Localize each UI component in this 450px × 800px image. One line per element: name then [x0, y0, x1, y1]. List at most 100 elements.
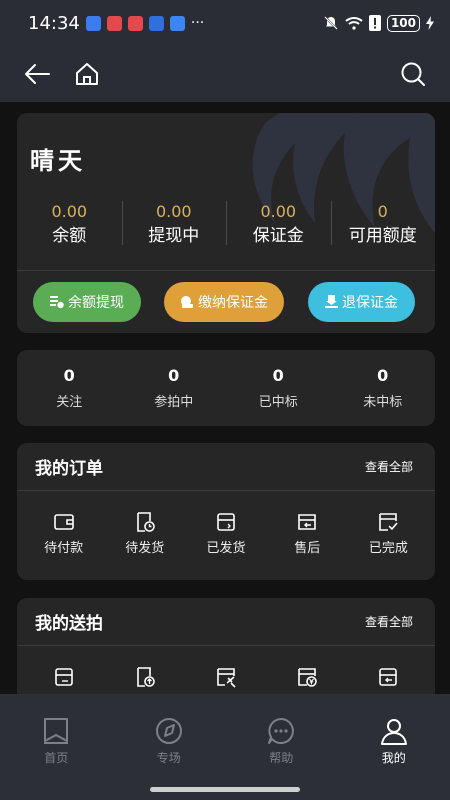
consign-item[interactable]: [104, 646, 185, 688]
tab-label: 帮助: [269, 751, 294, 765]
activity-value: 0: [168, 366, 180, 385]
order-after-sales[interactable]: 售后: [267, 491, 348, 556]
box-icon: [217, 513, 235, 531]
wallet-stats: 0.00 余额 0.00 提现中 0.00 保证金 0 可用额度: [17, 201, 435, 249]
deposit-icon: [181, 296, 193, 308]
stat-deposit[interactable]: 0.00 保证金: [226, 201, 331, 249]
search-button[interactable]: [398, 59, 428, 89]
order-status-label: 待付款: [44, 541, 84, 556]
refund-icon: [325, 295, 338, 308]
order-status-label: 售后: [294, 541, 321, 556]
withdraw-label: 余额提现: [68, 295, 124, 311]
refund-deposit-label: 退保证金: [342, 295, 398, 311]
section-title: 我的订单: [35, 459, 103, 479]
consign-item[interactable]: [267, 646, 348, 688]
tab-mine[interactable]: 我的: [338, 694, 450, 800]
top-nav-bar: [0, 46, 450, 102]
activity-label: 未中标: [363, 395, 403, 410]
consign-item[interactable]: [348, 646, 429, 688]
clock-document-icon: [136, 512, 155, 532]
status-time: 14:34: [28, 12, 80, 34]
section-title: 我的送拍: [35, 614, 103, 634]
notification-app-icon: [106, 15, 122, 31]
bell-off-icon: [324, 16, 338, 30]
stat-value: 0: [377, 202, 388, 221]
scroll-content[interactable]: 晴天 0.00 余额 0.00 提现中 0.00 保证金 0 可用额度 余额提现…: [0, 102, 450, 694]
order-pending-shipment[interactable]: 待发货: [104, 491, 185, 556]
notification-app-icon: [148, 15, 164, 31]
wallet-card: 晴天 0.00 余额 0.00 提现中 0.00 保证金 0 可用额度 余额提现…: [17, 113, 435, 333]
stat-available-credit[interactable]: 0 可用额度: [330, 201, 436, 249]
tab-specials[interactable]: 专场: [113, 694, 226, 800]
wallet-icon: [53, 514, 74, 530]
yuan-document-icon: [298, 668, 318, 687]
view-all-consignments-link[interactable]: 查看全部: [365, 613, 413, 630]
activity-label: 关注: [56, 395, 83, 410]
stat-label: 余额: [52, 226, 87, 246]
order-status-label: 已完成: [368, 541, 408, 556]
consign-item[interactable]: [185, 646, 266, 688]
my-consignments-card: 我的送拍 查看全部: [17, 598, 435, 694]
activity-lost[interactable]: 0 未中标: [331, 350, 436, 426]
order-shipped[interactable]: 已发货: [185, 491, 266, 556]
tab-help[interactable]: 帮助: [225, 694, 338, 800]
activity-won[interactable]: 0 已中标: [226, 350, 331, 426]
view-all-orders-link[interactable]: 查看全部: [365, 458, 413, 475]
compass-icon: [155, 718, 182, 744]
stat-value: 0.00: [155, 202, 192, 221]
consignment-status-row: [17, 646, 435, 688]
check-document-icon: [379, 513, 399, 531]
pay-deposit-label: 缴纳保证金: [198, 295, 268, 311]
activity-following[interactable]: 0 关注: [17, 350, 122, 426]
home-indicator[interactable]: [150, 787, 300, 792]
status-bar: 14:34 ··· 100: [0, 0, 450, 46]
back-button[interactable]: [22, 59, 52, 89]
bookmark-icon: [44, 718, 69, 744]
stat-label: 保证金: [252, 226, 304, 246]
home-button[interactable]: [72, 59, 102, 89]
stat-withdrawing[interactable]: 0.00 提现中: [121, 201, 227, 249]
wifi-icon: [345, 17, 363, 30]
tab-label: 专场: [156, 751, 181, 765]
stat-label: 提现中: [148, 226, 200, 246]
tab-home[interactable]: 首页: [0, 694, 113, 800]
notification-app-icon: [169, 15, 185, 31]
withdraw-button[interactable]: 余额提现: [33, 282, 141, 322]
pay-deposit-button[interactable]: 缴纳保证金: [164, 282, 284, 322]
consign-item[interactable]: [23, 646, 104, 688]
section-header: 我的送拍 查看全部: [17, 598, 435, 646]
order-status-row: 待付款 待发货 已发货 售后 已完成: [17, 491, 435, 556]
chat-icon: [268, 718, 295, 744]
order-completed[interactable]: 已完成: [348, 491, 429, 556]
upload-document-icon: [136, 667, 155, 687]
arrow-left-icon: [25, 64, 50, 84]
auction-activity-card: 0 关注 0 参拍中 0 已中标 0 未中标: [17, 350, 435, 426]
activity-label: 已中标: [258, 395, 298, 410]
order-pending-payment[interactable]: 待付款: [23, 491, 104, 556]
activity-bidding[interactable]: 0 参拍中: [122, 350, 227, 426]
home-icon: [76, 63, 98, 85]
activity-value: 0: [377, 366, 389, 385]
refund-icon: [298, 514, 317, 530]
tab-label: 我的: [381, 751, 406, 765]
notification-app-icon: [127, 15, 143, 31]
order-status-label: 已发货: [206, 541, 246, 556]
stat-label: 可用额度: [348, 226, 417, 246]
box-icon: [54, 668, 73, 686]
return-box-icon: [379, 668, 398, 686]
stat-value: 0.00: [51, 202, 88, 221]
gavel-document-icon: [217, 668, 236, 688]
refund-deposit-button[interactable]: 退保证金: [308, 282, 415, 322]
activity-value: 0: [272, 366, 284, 385]
person-icon: [380, 719, 407, 745]
battery-level: 100: [386, 14, 420, 32]
stat-balance[interactable]: 0.00 余额: [17, 201, 122, 249]
notification-app-icon: [85, 15, 101, 31]
activity-value: 0: [63, 366, 75, 385]
alert-icon: [368, 15, 381, 31]
bottom-tab-bar: 首页 专场 帮助 我的: [0, 694, 450, 800]
user-name: 晴天: [30, 147, 86, 175]
my-orders-card: 我的订单 查看全部 待付款 待发货 已发货 售后 已完成: [17, 443, 435, 580]
withdraw-icon: [50, 296, 64, 309]
stat-value: 0.00: [260, 202, 297, 221]
